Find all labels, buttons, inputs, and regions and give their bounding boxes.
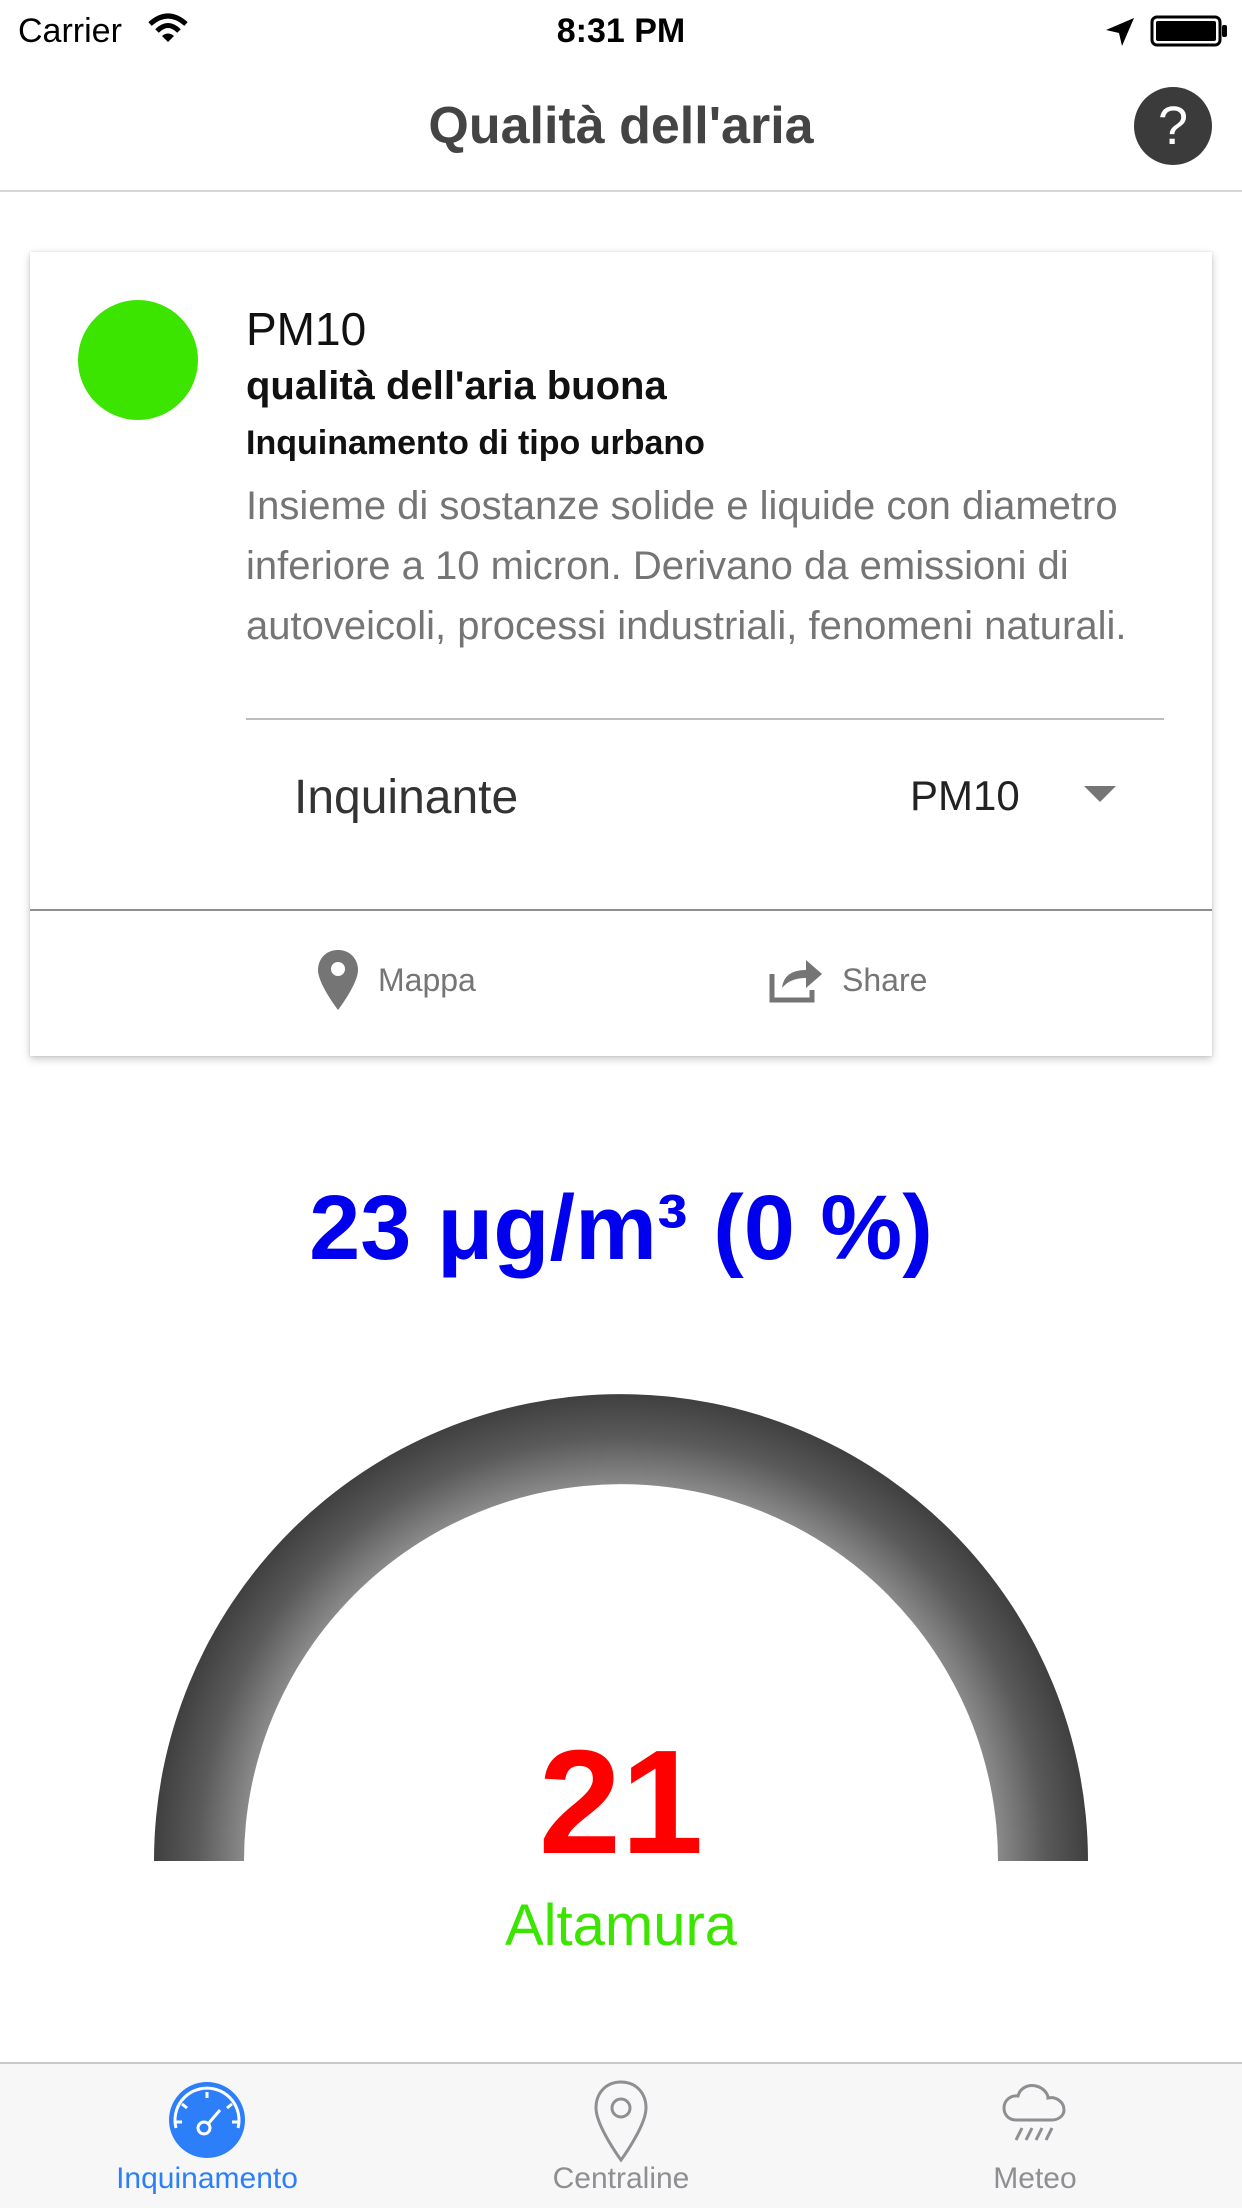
speedometer-icon <box>169 2082 245 2158</box>
air-quality-label: qualità dell'aria buona <box>246 364 667 408</box>
pollutant-card: PM10 qualità dell'aria buona Inquinament… <box>30 252 1212 1056</box>
gauge-value: 21 <box>538 1720 704 1885</box>
tab-centraline[interactable]: Centraline <box>414 2064 828 2208</box>
location-arrow-icon <box>1106 18 1134 46</box>
concentration-reading: 23 μg/m³ (0 %) <box>309 1177 933 1279</box>
tab-inquinamento[interactable]: Inquinamento <box>0 2064 414 2208</box>
pollutant-select[interactable]: PM10 <box>910 772 1020 820</box>
pollutant-select-label: Inquinante <box>294 771 519 824</box>
tab-bar: Inquinamento Centraline Meteo <box>0 2062 1242 2208</box>
map-pin-icon <box>594 2080 648 2163</box>
help-button[interactable]: ? <box>1134 87 1212 165</box>
battery-icon <box>1150 15 1227 47</box>
share-button-label: Share <box>842 961 928 998</box>
pollutant-name: PM10 <box>246 303 367 355</box>
map-pin-icon <box>318 950 358 1010</box>
tab-label: Centraline <box>552 2162 690 2195</box>
navigation-bar: Qualità dell'aria ? <box>0 62 1242 192</box>
help-icon: ? <box>1157 96 1189 156</box>
share-button[interactable]: Share <box>768 940 927 1020</box>
tab-label: Inquinamento <box>116 2162 298 2195</box>
map-button[interactable]: Mappa <box>316 940 476 1020</box>
app-screen: Carrier 8:31 PM Qualità dell'aria ? PM10… <box>0 0 1242 2208</box>
air-quality-status-indicator <box>78 300 198 420</box>
tab-meteo[interactable]: Meteo <box>828 2064 1242 2208</box>
dropdown-arrow-icon[interactable] <box>1084 786 1116 802</box>
pollutant-description: Insieme di sostanze solide e liquide con… <box>246 484 1127 648</box>
station-location: Altamura <box>504 1893 738 1958</box>
map-button-label: Mappa <box>378 961 476 998</box>
rain-cloud-icon <box>1002 2084 1066 2141</box>
page-title: Qualità dell'aria <box>428 97 814 155</box>
share-icon <box>769 960 822 1003</box>
clock: 8:31 PM <box>556 12 686 50</box>
divider <box>246 718 1164 720</box>
status-bar: Carrier 8:31 PM <box>0 0 1242 62</box>
pollution-type: Inquinamento di tipo urbano <box>246 424 705 462</box>
card-actions-divider <box>30 909 1212 911</box>
tab-label: Meteo <box>993 2162 1077 2195</box>
